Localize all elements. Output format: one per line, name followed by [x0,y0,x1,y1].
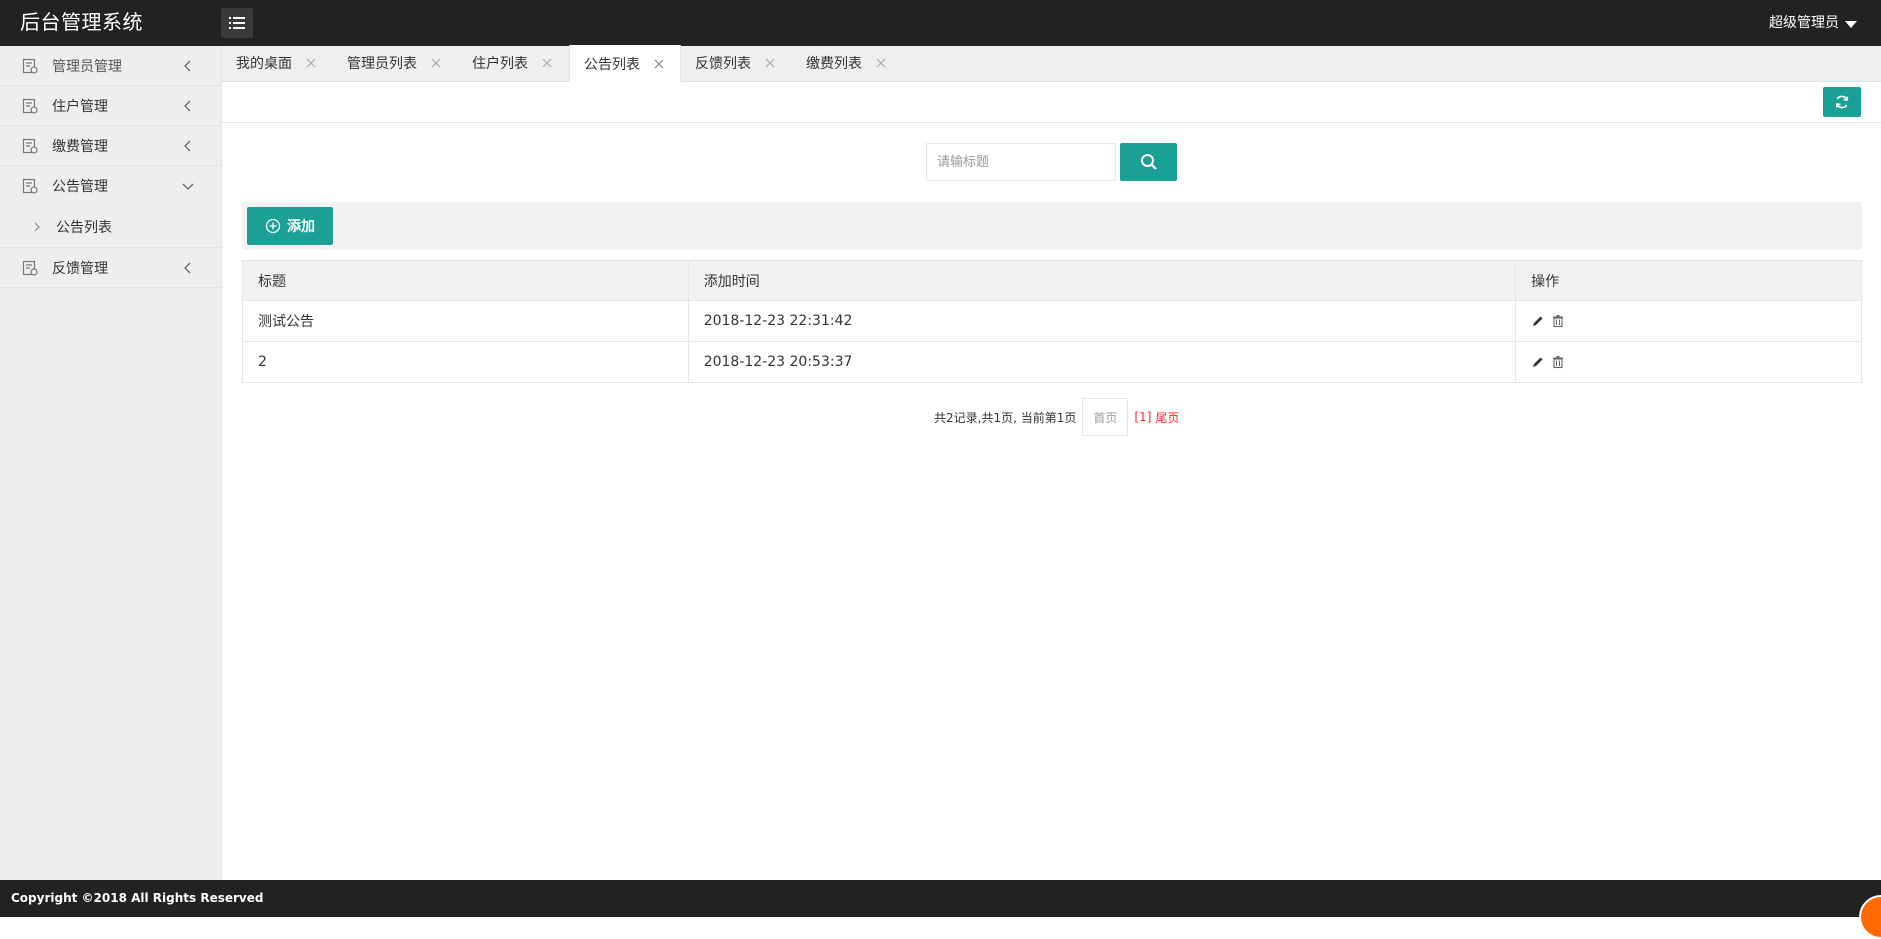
cell-time: 2018-12-23 22:31:42 [687,300,1517,342]
tab-label: 缴费列表 [806,56,862,72]
tab-label: 我的桌面 [236,56,292,72]
form-icon [22,98,38,114]
search-icon [1140,154,1157,170]
pagination-summary: 共2记录,共1页, 当前第1页 [934,410,1077,425]
current-page: [1] [1134,410,1152,424]
tabs-bar: 我的桌面 管理员列表 住户列表 公告列表 反馈列表 缴费列表 [222,45,1881,82]
app-brand: 后台管理系统 [20,10,143,34]
sidebar-item-admin[interactable]: 管理员管理 [0,46,221,86]
tab-label: 住户列表 [472,56,528,72]
edit-icon[interactable] [1531,355,1545,369]
chevron-left-icon [184,262,191,274]
table-row: 测试公告 2018-12-23 22:31:42 [242,300,1862,342]
tab-notice-list[interactable]: 公告列表 [569,45,681,82]
sidebar-item-label: 住户管理 [52,98,108,115]
sidebar-item-payments[interactable]: 缴费管理 [0,126,221,166]
chevron-down-icon [182,183,194,190]
chevron-left-icon [184,60,191,72]
close-icon[interactable] [654,59,664,69]
form-icon [22,138,38,154]
sidebar-item-label: 反馈管理 [52,260,108,277]
caret-down-icon [1845,20,1857,28]
chevron-right-icon [34,222,40,231]
search-button[interactable] [1120,143,1177,181]
notice-table: 标题 添加时间 操作 测试公告 2018-12-23 22:31:42 2 20… [242,260,1862,383]
chevron-left-icon [184,140,191,152]
chevron-left-icon [184,100,191,112]
pagination: 共2记录,共1页, 当前第1页 首页 [1] 尾页 [934,398,1179,436]
tab-desktop[interactable]: 我的桌面 [222,45,333,81]
tab-payment-list[interactable]: 缴费列表 [792,45,903,81]
form-icon [22,58,38,74]
top-header: 后台管理系统 超级管理员 [0,0,1881,46]
cell-title: 2 [242,341,689,383]
add-button-label: 添加 [287,219,315,235]
user-name: 超级管理员 [1769,15,1839,31]
sidebar-item-label: 管理员管理 [52,58,122,75]
sidebar-subitem-label: 公告列表 [56,219,112,236]
footer: Copyright ©2018 All Rights Reserved [0,880,1881,939]
close-icon[interactable] [542,58,552,68]
search-form [926,143,1177,181]
tab-feedback-list[interactable]: 反馈列表 [681,45,792,81]
search-input[interactable] [926,143,1116,181]
sidebar: 管理员管理 住户管理 缴费管理 公告管理 公告列表 反馈管理 [0,46,222,880]
cell-title: 测试公告 [242,300,689,342]
first-page-link[interactable]: 首页 [1082,398,1129,436]
sidebar-item-label: 公告管理 [52,179,108,195]
user-menu[interactable]: 超级管理员 [1769,0,1857,46]
close-icon[interactable] [876,58,886,68]
cell-actions [1515,300,1862,342]
close-icon[interactable] [431,58,441,68]
column-header-time: 添加时间 [687,260,1517,301]
content-toolbar [222,82,1881,123]
column-header-title: 标题 [242,260,689,301]
form-icon [22,260,38,276]
last-page-link[interactable]: 尾页 [1155,409,1179,426]
trash-icon[interactable] [1551,314,1565,328]
add-button[interactable]: 添加 [247,207,333,245]
tab-label: 管理员列表 [347,56,417,72]
table-row: 2 2018-12-23 20:53:37 [242,341,1862,383]
refresh-button[interactable] [1823,87,1861,117]
tab-label: 反馈列表 [695,56,751,72]
sidebar-item-feedback[interactable]: 反馈管理 [0,248,221,288]
floating-badge[interactable] [1859,895,1881,939]
sidebar-item-label: 缴费管理 [52,138,108,155]
refresh-icon [1835,95,1849,109]
sidebar-item-residents[interactable]: 住户管理 [0,86,221,126]
table-header-row: 标题 添加时间 操作 [242,260,1862,301]
tab-admin-list[interactable]: 管理员列表 [333,45,458,81]
sidebar-subitem-notice-list[interactable]: 公告列表 [0,206,221,248]
action-bar: 添加 [242,202,1862,250]
trash-icon[interactable] [1551,355,1565,369]
cell-actions [1515,341,1862,383]
cell-time: 2018-12-23 20:53:37 [687,341,1517,383]
close-icon[interactable] [765,58,775,68]
edit-icon[interactable] [1531,314,1545,328]
tab-resident-list[interactable]: 住户列表 [458,45,569,81]
menu-toggle-button[interactable] [221,8,253,38]
copyright-text: Copyright ©2018 All Rights Reserved [11,891,264,905]
column-header-actions: 操作 [1515,260,1862,301]
tab-label: 公告列表 [584,56,640,73]
add-circle-icon [265,218,281,234]
form-icon [22,178,38,194]
main-content: 添加 标题 添加时间 操作 测试公告 2018-12-23 22:31:42 [222,123,1881,880]
close-icon[interactable] [306,58,316,68]
list-icon [229,17,245,29]
sidebar-item-notices[interactable]: 公告管理 [0,166,221,206]
